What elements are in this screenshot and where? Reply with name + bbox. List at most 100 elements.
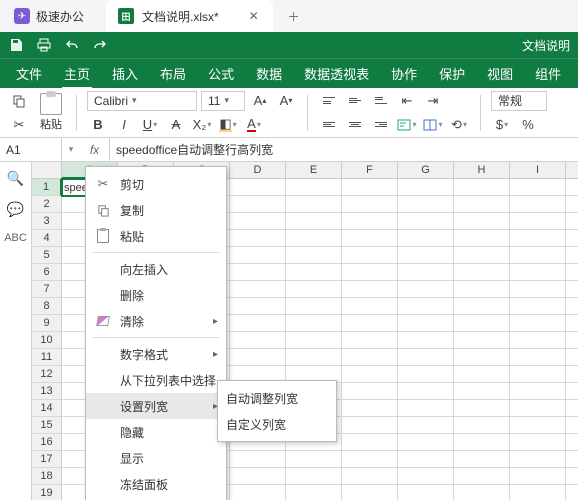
cut-icon[interactable]: ✂: [8, 115, 30, 135]
strike-button[interactable]: A: [165, 115, 187, 135]
cell-J9[interactable]: [566, 315, 578, 332]
cell-E9[interactable]: [286, 315, 342, 332]
cell-G12[interactable]: [398, 366, 454, 383]
cell-D18[interactable]: [230, 468, 286, 485]
cell-F5[interactable]: [342, 247, 398, 264]
ctx-paste[interactable]: 粘贴: [86, 223, 226, 249]
row-header-10[interactable]: 10: [32, 332, 62, 349]
cell-G13[interactable]: [398, 383, 454, 400]
cell-D5[interactable]: [230, 247, 286, 264]
orientation-icon[interactable]: ⟲▾: [448, 115, 470, 135]
cell-D9[interactable]: [230, 315, 286, 332]
decrease-font-icon[interactable]: A▾: [275, 91, 297, 111]
cell-G3[interactable]: [398, 213, 454, 230]
cell-F14[interactable]: [342, 400, 398, 417]
cell-H12[interactable]: [454, 366, 510, 383]
cell-I18[interactable]: [510, 468, 566, 485]
app-tab[interactable]: ✈ 极速办公: [0, 0, 98, 32]
cell-H11[interactable]: [454, 349, 510, 366]
spellcheck-icon[interactable]: ABC: [4, 232, 27, 244]
align-middle-icon[interactable]: [344, 91, 366, 111]
cell-G9[interactable]: [398, 315, 454, 332]
cell-G6[interactable]: [398, 264, 454, 281]
currency-icon[interactable]: $▾: [491, 115, 513, 135]
menu-数据[interactable]: 数据: [246, 60, 292, 87]
cell-G17[interactable]: [398, 451, 454, 468]
row-header-1[interactable]: 1: [32, 179, 62, 196]
column-header-G[interactable]: G: [398, 162, 454, 179]
cell-G14[interactable]: [398, 400, 454, 417]
ctx-clear[interactable]: 清除▸: [86, 308, 226, 334]
cell-F2[interactable]: [342, 196, 398, 213]
save-icon[interactable]: [8, 37, 24, 53]
redo-icon[interactable]: [92, 37, 108, 53]
cell-J6[interactable]: [566, 264, 578, 281]
paste-button[interactable]: 粘贴: [36, 93, 66, 132]
row-header-18[interactable]: 18: [32, 468, 62, 485]
submenu-auto-fit[interactable]: 自动调整列宽: [218, 385, 336, 411]
row-header-11[interactable]: 11: [32, 349, 62, 366]
align-center-icon[interactable]: [344, 115, 366, 135]
search-icon[interactable]: 🔍: [7, 170, 24, 187]
cell-D17[interactable]: [230, 451, 286, 468]
italic-button[interactable]: I: [113, 115, 135, 135]
column-header-I[interactable]: I: [510, 162, 566, 179]
wrap-text-icon[interactable]: ▾: [396, 115, 418, 135]
cell-D11[interactable]: [230, 349, 286, 366]
cell-I15[interactable]: [510, 417, 566, 434]
cell-E19[interactable]: [286, 485, 342, 500]
document-tab[interactable]: 田 文档说明.xlsx* ✕: [106, 0, 273, 32]
fill-color-button[interactable]: ◧▾: [217, 115, 239, 135]
cell-F10[interactable]: [342, 332, 398, 349]
cell-D2[interactable]: [230, 196, 286, 213]
super-sub-button[interactable]: X₂▾: [191, 115, 213, 135]
cell-D6[interactable]: [230, 264, 286, 281]
column-header-H[interactable]: H: [454, 162, 510, 179]
cell-F11[interactable]: [342, 349, 398, 366]
increase-font-icon[interactable]: A▴: [249, 91, 271, 111]
cell-H8[interactable]: [454, 298, 510, 315]
cell-I10[interactable]: [510, 332, 566, 349]
cell-E1[interactable]: [286, 179, 342, 196]
cell-F8[interactable]: [342, 298, 398, 315]
cell-G7[interactable]: [398, 281, 454, 298]
cell-H18[interactable]: [454, 468, 510, 485]
cell-D1[interactable]: [230, 179, 286, 196]
cell-G16[interactable]: [398, 434, 454, 451]
ctx-cut[interactable]: ✂剪切: [86, 171, 226, 197]
cell-D10[interactable]: [230, 332, 286, 349]
cell-G2[interactable]: [398, 196, 454, 213]
cell-J4[interactable]: [566, 230, 578, 247]
menu-数据透视表[interactable]: 数据透视表: [294, 60, 379, 87]
cell-J11[interactable]: [566, 349, 578, 366]
formula-input[interactable]: speedoffice自动调整行高列宽: [110, 138, 578, 161]
cell-F4[interactable]: [342, 230, 398, 247]
row-header-13[interactable]: 13: [32, 383, 62, 400]
submenu-custom-width[interactable]: 自定义列宽: [218, 411, 336, 437]
cell-F19[interactable]: [342, 485, 398, 500]
cell-I1[interactable]: [510, 179, 566, 196]
cell-D8[interactable]: [230, 298, 286, 315]
cell-I2[interactable]: [510, 196, 566, 213]
undo-icon[interactable]: [64, 37, 80, 53]
cell-E11[interactable]: [286, 349, 342, 366]
cell-I16[interactable]: [510, 434, 566, 451]
cell-G15[interactable]: [398, 417, 454, 434]
cell-J1[interactable]: [566, 179, 578, 196]
menu-保护[interactable]: 保护: [429, 60, 475, 87]
row-header-14[interactable]: 14: [32, 400, 62, 417]
underline-button[interactable]: U▾: [139, 115, 161, 135]
comment-icon[interactable]: 💬: [7, 201, 24, 218]
cell-G11[interactable]: [398, 349, 454, 366]
cell-D3[interactable]: [230, 213, 286, 230]
row-header-17[interactable]: 17: [32, 451, 62, 468]
cell-J8[interactable]: [566, 298, 578, 315]
cell-I13[interactable]: [510, 383, 566, 400]
cell-H16[interactable]: [454, 434, 510, 451]
cell-G1[interactable]: [398, 179, 454, 196]
ctx-freeze[interactable]: 冻结面板: [86, 471, 226, 497]
cell-F13[interactable]: [342, 383, 398, 400]
ctx-delete[interactable]: 删除: [86, 282, 226, 308]
cell-J18[interactable]: [566, 468, 578, 485]
cell-I11[interactable]: [510, 349, 566, 366]
